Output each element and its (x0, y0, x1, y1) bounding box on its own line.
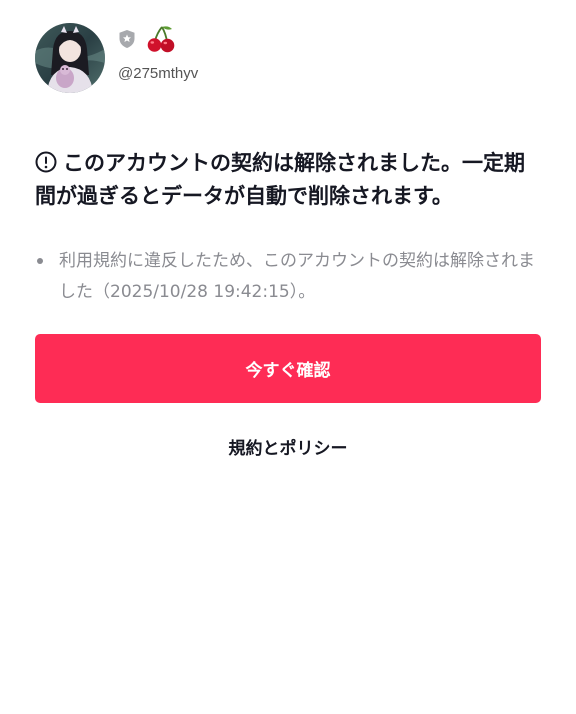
notice-title-text: このアカウントの契約は解除されました。一定期間が過ぎるとデータが自動で削除されま… (35, 151, 525, 208)
avatar[interactable] (35, 23, 105, 93)
list-item: 利用規約に違反したため、このアカウントの契約は解除されました（2025/10/2… (35, 246, 540, 308)
confirm-now-button[interactable]: 今すぐ確認 (35, 334, 541, 403)
notice-details: 利用規約に違反したため、このアカウントの契約は解除されました（2025/10/2… (35, 246, 540, 308)
shield-star-icon (118, 29, 136, 53)
cherry-icon (146, 25, 176, 57)
profile-header: @275mthyv (35, 23, 198, 93)
badge-row (118, 26, 198, 56)
detail-text: 利用規約に違反したため、このアカウントの契約は解除されました（2025/10/2… (59, 251, 535, 302)
alert-circle-icon (35, 151, 57, 181)
terms-and-policy-link[interactable]: 規約とポリシー (0, 434, 576, 459)
username: @275mthyv (118, 65, 199, 82)
notice-title: このアカウントの契約は解除されました。一定期間が過ぎるとデータが自動で削除されま… (35, 148, 540, 211)
bullet-dot (37, 258, 43, 264)
profile-meta: @275mthyv (118, 23, 198, 82)
